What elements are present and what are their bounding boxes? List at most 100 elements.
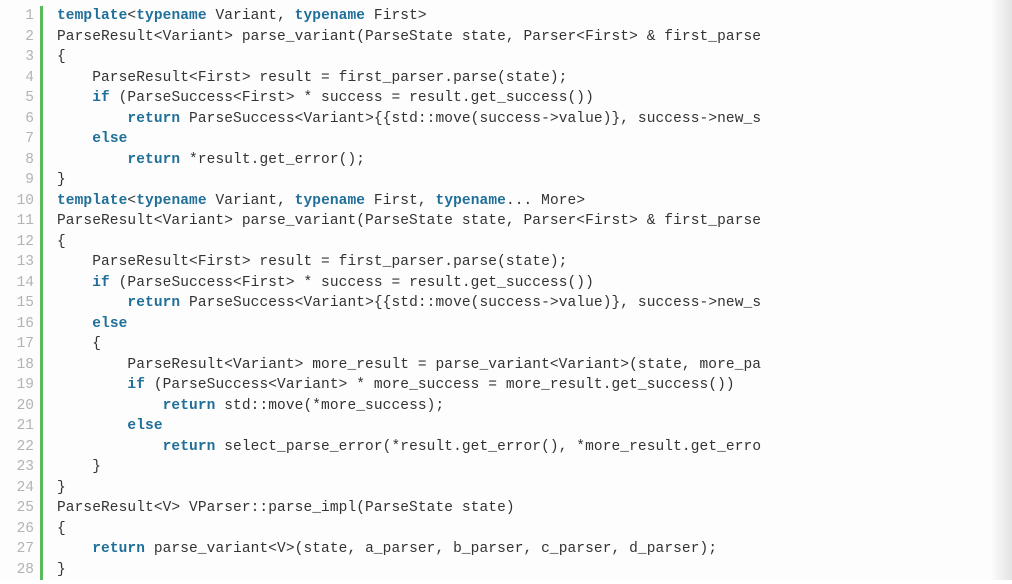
line-number: 19 <box>0 375 40 396</box>
token-text <box>57 316 92 332</box>
token-text <box>57 111 127 127</box>
code-row: 12 { <box>0 232 1012 253</box>
line-number: 13 <box>0 252 40 273</box>
token-text: } <box>57 459 101 475</box>
token-text: { <box>57 234 66 250</box>
token-text <box>57 418 127 434</box>
token-keyword: if <box>92 275 110 291</box>
token-text <box>57 398 163 414</box>
line-number: 27 <box>0 539 40 560</box>
token-text: ParseResult<First> result = first_parser… <box>57 70 567 86</box>
token-text: ParseResult<Variant> more_result = parse… <box>57 357 761 373</box>
code-row: 7 else <box>0 129 1012 150</box>
line-number: 24 <box>0 478 40 499</box>
token-text <box>57 90 92 106</box>
code-row: 21 else <box>0 416 1012 437</box>
code-row: 4 ParseResult<First> result = first_pars… <box>0 68 1012 89</box>
code-block: 1template<typename Variant, typename Fir… <box>0 0 1012 580</box>
token-keyword: return <box>127 295 180 311</box>
token-text: First> <box>365 8 427 24</box>
code-row: 8 return *result.get_error(); <box>0 150 1012 171</box>
line-number: 1 <box>0 6 40 27</box>
line-number: 11 <box>0 211 40 232</box>
token-keyword: typename <box>295 8 365 24</box>
token-text: (ParseSuccess<Variant> * more_success = … <box>145 377 735 393</box>
line-number: 8 <box>0 150 40 171</box>
token-text: ParseResult<Variant> parse_variant(Parse… <box>57 29 761 45</box>
code-row: 17 { <box>0 334 1012 355</box>
token-keyword: if <box>92 90 110 106</box>
code-row: 15 return ParseSuccess<Variant>{{std::mo… <box>0 293 1012 314</box>
code-content: return select_parse_error(*result.get_er… <box>43 437 1012 458</box>
token-keyword: return <box>163 439 216 455</box>
token-text: Variant, <box>207 193 295 209</box>
code-content: ParseResult<V> VParser::parse_impl(Parse… <box>43 498 1012 519</box>
token-text: < <box>127 8 136 24</box>
code-content: return parse_variant<V>(state, a_parser,… <box>43 539 1012 560</box>
token-text: } <box>57 562 66 578</box>
code-row: 22 return select_parse_error(*result.get… <box>0 437 1012 458</box>
code-content: ParseResult<Variant> parse_variant(Parse… <box>43 211 1012 232</box>
code-row: 19 if (ParseSuccess<Variant> * more_succ… <box>0 375 1012 396</box>
code-row: 3{ <box>0 47 1012 68</box>
code-content: } <box>43 560 1012 581</box>
code-lines-container: 1template<typename Variant, typename Fir… <box>0 6 1012 580</box>
code-row: 24} <box>0 478 1012 499</box>
code-row: 26{ <box>0 519 1012 540</box>
code-row: 14 if (ParseSuccess<First> * success = r… <box>0 273 1012 294</box>
code-content: return ParseSuccess<Variant>{{std::move(… <box>43 293 1012 314</box>
token-keyword: typename <box>136 193 206 209</box>
code-row: 9} <box>0 170 1012 191</box>
code-content: if (ParseSuccess<First> * success = resu… <box>43 273 1012 294</box>
line-number: 26 <box>0 519 40 540</box>
line-number: 23 <box>0 457 40 478</box>
line-number: 25 <box>0 498 40 519</box>
token-keyword: return <box>127 152 180 168</box>
token-keyword: typename <box>295 193 365 209</box>
code-content: { <box>43 47 1012 68</box>
code-content: ParseResult<First> result = first_parser… <box>43 68 1012 89</box>
code-row: 16 else <box>0 314 1012 335</box>
line-number: 14 <box>0 273 40 294</box>
token-text <box>57 131 92 147</box>
code-content: if (ParseSuccess<First> * success = resu… <box>43 88 1012 109</box>
token-text: parse_variant<V>(state, a_parser, b_pars… <box>145 541 717 557</box>
token-text: select_parse_error(*result.get_error(), … <box>215 439 761 455</box>
token-keyword: else <box>92 131 127 147</box>
token-text <box>57 439 163 455</box>
token-keyword: template <box>57 193 127 209</box>
token-text <box>57 275 92 291</box>
token-text: } <box>57 172 66 188</box>
token-text: ParseSuccess<Variant>{{std::move(success… <box>180 295 761 311</box>
token-text <box>57 377 127 393</box>
code-content: ParseResult<Variant> more_result = parse… <box>43 355 1012 376</box>
line-number: 12 <box>0 232 40 253</box>
line-number: 16 <box>0 314 40 335</box>
code-content: { <box>43 334 1012 355</box>
token-keyword: return <box>163 398 216 414</box>
code-row: 1template<typename Variant, typename Fir… <box>0 6 1012 27</box>
token-text: std::move(*more_success); <box>215 398 444 414</box>
token-text <box>57 152 127 168</box>
code-row: 10template<typename Variant, typename Fi… <box>0 191 1012 212</box>
line-number: 6 <box>0 109 40 130</box>
code-row: 23 } <box>0 457 1012 478</box>
line-number: 20 <box>0 396 40 417</box>
code-row: 28} <box>0 560 1012 581</box>
code-content: return std::move(*more_success); <box>43 396 1012 417</box>
token-text: < <box>127 193 136 209</box>
code-content: ParseResult<Variant> parse_variant(Parse… <box>43 27 1012 48</box>
code-row: 13 ParseResult<First> result = first_par… <box>0 252 1012 273</box>
token-keyword: else <box>92 316 127 332</box>
token-text: Variant, <box>207 8 295 24</box>
token-text: ParseResult<V> VParser::parse_impl(Parse… <box>57 500 515 516</box>
token-text: } <box>57 480 66 496</box>
token-text <box>57 295 127 311</box>
code-content: return ParseSuccess<Variant>{{std::move(… <box>43 109 1012 130</box>
line-number: 15 <box>0 293 40 314</box>
token-text: *result.get_error(); <box>180 152 365 168</box>
code-content: { <box>43 519 1012 540</box>
code-row: 5 if (ParseSuccess<First> * success = re… <box>0 88 1012 109</box>
code-row: 25 ParseResult<V> VParser::parse_impl(Par… <box>0 498 1012 519</box>
token-text: ParseSuccess<Variant>{{std::move(success… <box>180 111 761 127</box>
